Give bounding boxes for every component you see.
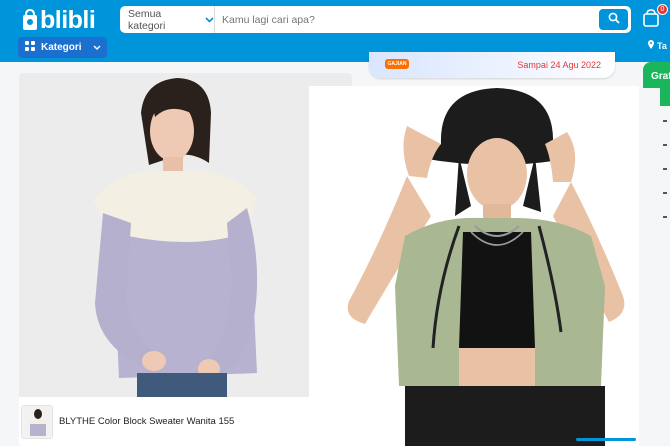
- product-photo: [19, 73, 352, 398]
- grid-icon: [25, 41, 35, 54]
- blibli-logo[interactable]: blibli: [22, 5, 96, 34]
- product-image-preview[interactable]: [309, 86, 639, 446]
- promo-date-text: Sampai 24 Agu 2022: [517, 60, 601, 70]
- bag-logo-icon: [22, 8, 38, 31]
- free-shipping-tab: [660, 88, 670, 106]
- kategori-button[interactable]: Kategori: [18, 37, 107, 58]
- promo-banner[interactable]: GAJIAN Sampai 24 Agu 2022: [369, 52, 615, 78]
- product-info-row[interactable]: BLYTHE Color Block Sweater Wanita 155: [19, 397, 352, 446]
- kategori-label: Kategori: [41, 42, 82, 53]
- product-thumbnail: [21, 404, 53, 439]
- chevron-down-icon: [205, 14, 214, 26]
- page: { "header": { "logo_text": "blibli", "se…: [0, 0, 670, 446]
- search-button[interactable]: [599, 9, 628, 30]
- free-shipping-label: Grat: [651, 71, 670, 82]
- search-icon: [608, 11, 620, 29]
- cart-icon: [642, 9, 660, 32]
- promo-logo: GAJIAN: [385, 59, 409, 69]
- category-select-label: Semua kategori: [128, 7, 166, 32]
- location-selector[interactable]: Ta: [648, 40, 667, 51]
- location-pin-icon: [648, 40, 654, 51]
- chevron-down-icon: [93, 42, 101, 53]
- category-select[interactable]: Semua kategori: [120, 6, 215, 33]
- cart-badge: 0: [657, 4, 668, 15]
- product-name: BLYTHE Color Block Sweater Wanita 155: [59, 416, 235, 427]
- location-label: Ta: [657, 40, 667, 51]
- side-panel-edge: [663, 120, 670, 240]
- search-input[interactable]: [215, 6, 631, 33]
- logo-text: blibli: [40, 5, 96, 34]
- search-bar: Semua kategori: [120, 6, 631, 33]
- scroll-indicator: [576, 438, 636, 441]
- product-card[interactable]: BLYTHE Color Block Sweater Wanita 155: [19, 73, 352, 446]
- free-shipping-banner[interactable]: Grat: [643, 62, 670, 88]
